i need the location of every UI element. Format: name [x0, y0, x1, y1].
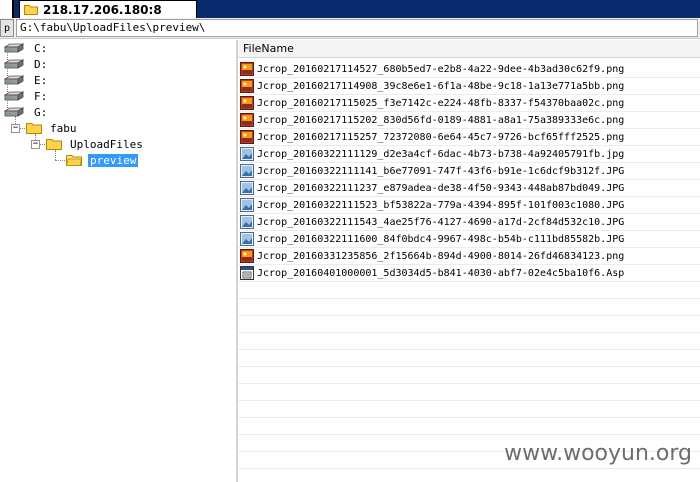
tree-label: G:: [34, 105, 48, 119]
image-file-icon: [240, 147, 254, 161]
path-input[interactable]: G:\fabu\UploadFiles\preview\: [16, 19, 698, 37]
file-row[interactable]: Jcrop_20160331235856_2f15664b-894d-4900-…: [238, 248, 700, 265]
empty-row: [238, 282, 700, 299]
tab-title: 218.17.206.180:8: [43, 2, 162, 17]
folder-icon: [46, 139, 62, 150]
empty-row: [238, 401, 700, 418]
tree-label: preview: [88, 153, 139, 167]
tree-label: D:: [34, 57, 48, 71]
drive-icon: [4, 75, 24, 85]
tree-drive-e[interactable]: E:: [4, 72, 49, 88]
file-name: Jcrop_20160322111543_4ae25f76-4127-4690-…: [257, 216, 625, 228]
tree-folder-preview[interactable]: preview: [66, 152, 139, 168]
address-bar: p G:\fabu\UploadFiles\preview\: [0, 18, 700, 39]
expand-toggle[interactable]: −: [11, 124, 20, 133]
folder-open-icon: [66, 155, 82, 166]
image-file-icon: [240, 215, 254, 229]
drive-icon: [4, 107, 24, 117]
tree-label: F:: [34, 89, 48, 103]
image-file-icon: [240, 96, 254, 110]
tree-folder-fabu[interactable]: fabu: [26, 120, 79, 136]
file-row[interactable]: Jcrop_20160322111600_84f0bdc4-9967-498c-…: [238, 231, 700, 248]
active-tab[interactable]: 218.17.206.180:8: [19, 0, 197, 18]
script-file-icon: [240, 266, 254, 280]
file-name: Jcrop_20160217115202_830d56fd-0189-4881-…: [257, 114, 625, 126]
file-name: Jcrop_20160322111600_84f0bdc4-9967-498c-…: [257, 233, 625, 245]
empty-row: [238, 350, 700, 367]
image-file-icon: [240, 79, 254, 93]
empty-row: [238, 367, 700, 384]
file-list: FileName Jcrop_20160217114527_680b5ed7-e…: [238, 40, 700, 482]
image-file-icon: [240, 249, 254, 263]
file-row[interactable]: Jcrop_20160217114908_39c8e6e1-6f1a-48be-…: [238, 78, 700, 95]
tree-drive-d[interactable]: D:: [4, 56, 49, 72]
file-name: Jcrop_20160217115025_f3e7142c-e224-48fb-…: [257, 97, 625, 109]
image-file-icon: [240, 232, 254, 246]
file-row[interactable]: Jcrop_20160401000001_5d3034d5-b841-4030-…: [238, 265, 700, 282]
file-name: Jcrop_20160217114527_680b5ed7-e2b8-4a22-…: [257, 63, 625, 75]
file-row[interactable]: Jcrop_20160217114527_680b5ed7-e2b8-4a22-…: [238, 61, 700, 78]
image-file-icon: [240, 198, 254, 212]
file-name: Jcrop_20160322111129_d2e3a4cf-6dac-4b73-…: [257, 148, 625, 160]
column-header-label: FileName: [243, 42, 294, 55]
file-row[interactable]: Jcrop_20160322111141_b6e77091-747f-43f6-…: [238, 163, 700, 180]
empty-row: [238, 384, 700, 401]
image-file-icon: [240, 62, 254, 76]
tree-drive-c[interactable]: C:: [4, 40, 49, 56]
tree-label: UploadFiles: [70, 137, 143, 151]
expand-toggle[interactable]: −: [31, 140, 40, 149]
tree-drive-f[interactable]: F:: [4, 88, 49, 104]
tree-folder-uploadfiles[interactable]: UploadFiles: [46, 136, 145, 152]
file-name: Jcrop_20160401000001_5d3034d5-b841-4030-…: [257, 267, 625, 279]
image-file-icon: [240, 130, 254, 144]
image-file-icon: [240, 181, 254, 195]
drive-icon: [4, 91, 24, 101]
file-name: Jcrop_20160331235856_2f15664b-894d-4900-…: [257, 250, 625, 262]
drive-icon: [4, 59, 24, 69]
file-row[interactable]: Jcrop_20160322111129_d2e3a4cf-6dac-4b73-…: [238, 146, 700, 163]
drive-icon: [4, 43, 24, 53]
watermark: www.wooyun.org: [504, 441, 692, 466]
file-row[interactable]: Jcrop_20160217115257_72372080-6e64-45c7-…: [238, 129, 700, 146]
empty-row: [238, 469, 700, 482]
image-file-icon: [240, 113, 254, 127]
file-row[interactable]: Jcrop_20160322111543_4ae25f76-4127-4690-…: [238, 214, 700, 231]
file-name: Jcrop_20160217115257_72372080-6e64-45c7-…: [257, 131, 625, 143]
file-row[interactable]: Jcrop_20160217115202_830d56fd-0189-4881-…: [238, 112, 700, 129]
column-header-filename[interactable]: FileName: [238, 40, 700, 58]
file-rows: Jcrop_20160217114527_680b5ed7-e2b8-4a22-…: [238, 61, 700, 482]
file-row[interactable]: Jcrop_20160322111237_e879adea-de38-4f50-…: [238, 180, 700, 197]
tree-drive-g[interactable]: G:: [4, 104, 49, 120]
tree-label: C:: [34, 41, 48, 55]
empty-row: [238, 333, 700, 350]
tree-label: E:: [34, 73, 48, 87]
empty-row: [238, 299, 700, 316]
image-file-icon: [240, 164, 254, 178]
tab-strip-left: [0, 0, 14, 18]
tree-label: fabu: [50, 121, 77, 135]
folder-icon: [26, 123, 42, 134]
file-row[interactable]: Jcrop_20160322111523_bf53822a-779a-4394-…: [238, 197, 700, 214]
file-name: Jcrop_20160322111237_e879adea-de38-4f50-…: [257, 182, 625, 194]
file-name: Jcrop_20160322111523_bf53822a-779a-4394-…: [257, 199, 625, 211]
title-bar: 218.17.206.180:8: [0, 0, 700, 18]
file-row[interactable]: Jcrop_20160217115025_f3e7142c-e224-48fb-…: [238, 95, 700, 112]
folder-icon: [24, 5, 38, 15]
empty-row: [238, 316, 700, 333]
file-name: Jcrop_20160217114908_39c8e6e1-6f1a-48be-…: [257, 80, 625, 92]
file-name: Jcrop_20160322111141_b6e77091-747f-43f6-…: [257, 165, 625, 177]
folder-tree: C: D: E: F: G: − fabu − UploadFiles prev…: [0, 40, 236, 482]
empty-row: [238, 418, 700, 435]
address-go-button[interactable]: p: [0, 19, 14, 37]
